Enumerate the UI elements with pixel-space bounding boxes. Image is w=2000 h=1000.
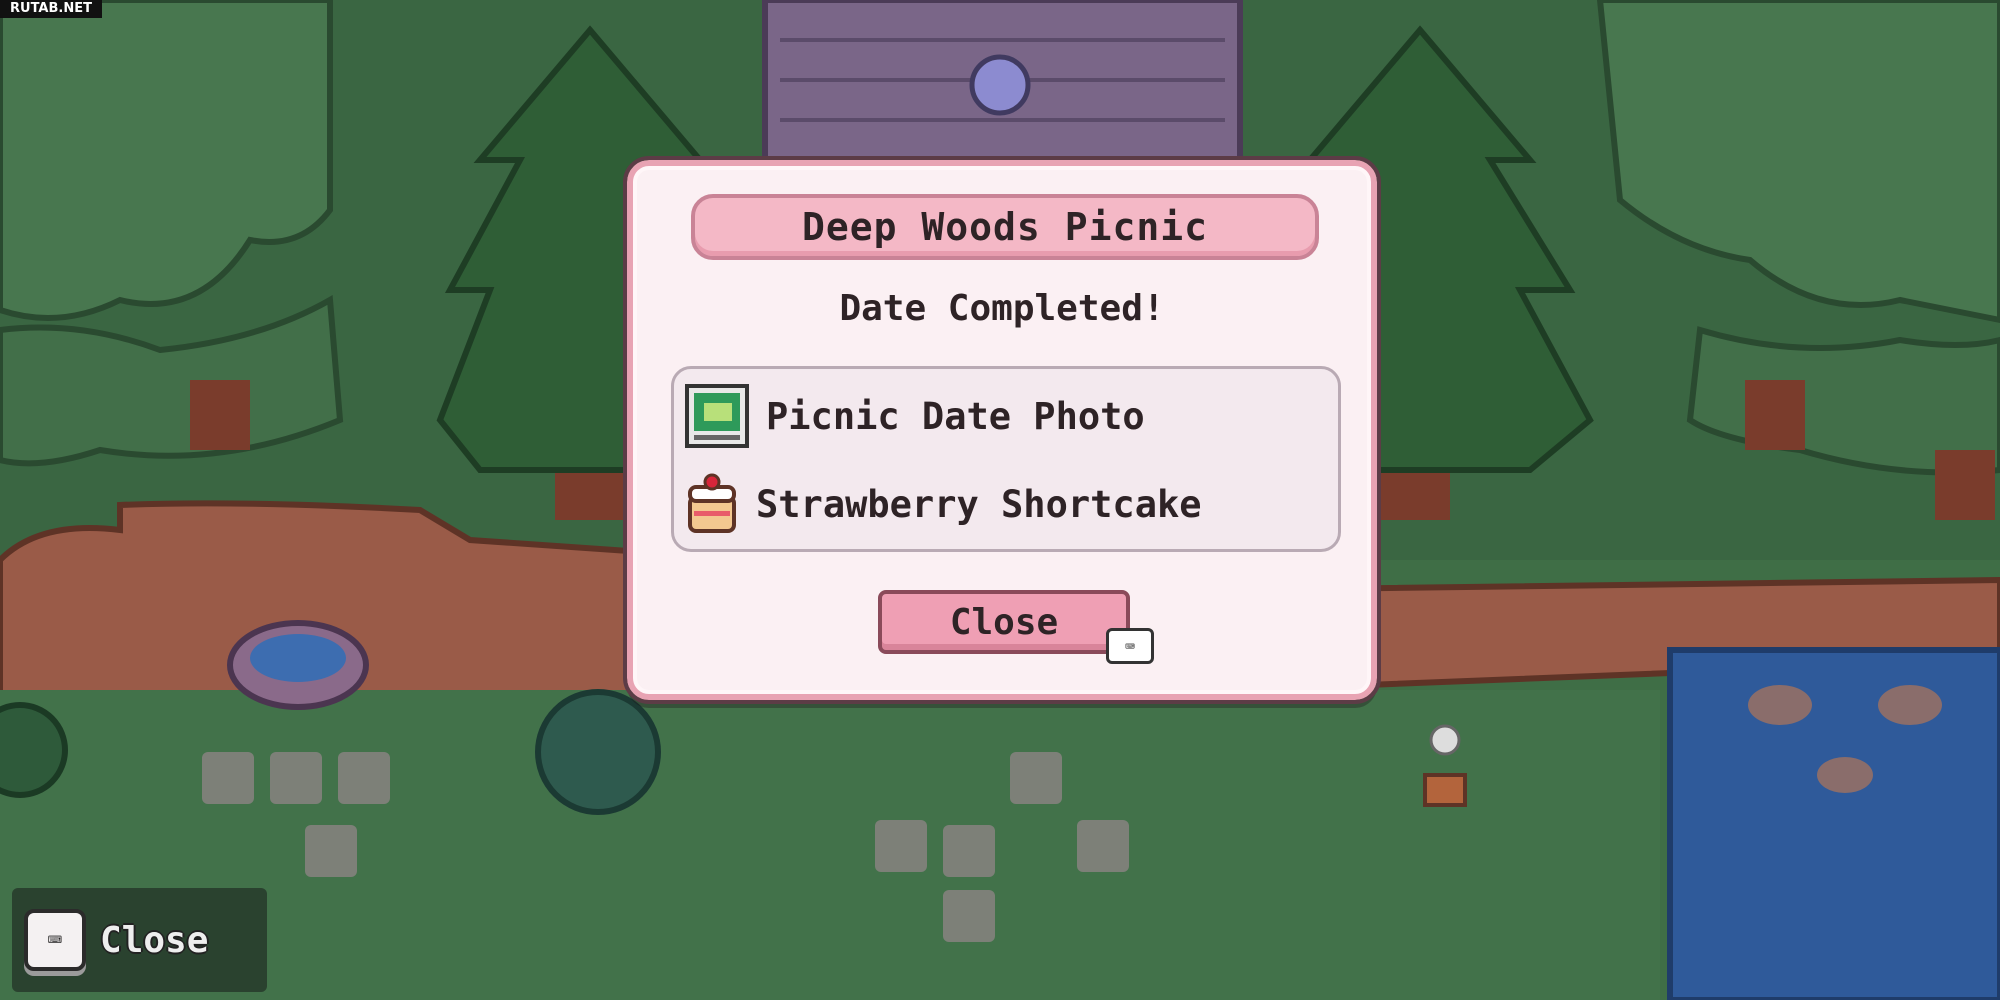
stepping-stone	[875, 820, 927, 872]
tree-trunk	[1745, 380, 1805, 450]
flower-pot	[1423, 773, 1467, 807]
watermark: RUTAB.NET	[0, 0, 102, 18]
tree-trunk	[1935, 450, 1995, 520]
close-prompt[interactable]: ⌨ Close	[12, 888, 267, 992]
stepping-stone	[943, 890, 995, 942]
stepping-stone	[1010, 752, 1062, 804]
stepping-stone	[943, 825, 995, 877]
keyboard-key-icon: ⌨	[1106, 628, 1154, 664]
round-bush	[535, 689, 661, 815]
stepping-stone	[305, 825, 357, 877]
stepping-stone	[202, 752, 254, 804]
well-water	[250, 634, 346, 682]
reward-item: Picnic Date Photo	[684, 381, 1145, 451]
rock-in-water	[1748, 685, 1812, 725]
npc-character	[969, 54, 1031, 116]
reward-label: Strawberry Shortcake	[756, 482, 1202, 526]
rewards-list: Picnic Date Photo Strawberry Shortcake	[671, 366, 1341, 552]
reward-label: Picnic Date Photo	[766, 394, 1145, 438]
date-complete-dialog: Deep Woods Picnic Date Completed! Picnic…	[623, 156, 1381, 704]
water-pond	[1667, 647, 2000, 1000]
stepping-stone	[338, 752, 390, 804]
rock-in-water	[1817, 757, 1873, 793]
flower	[1429, 724, 1461, 756]
tree-trunk	[190, 380, 250, 450]
round-bush	[0, 702, 68, 798]
photo-icon	[685, 384, 749, 448]
rock-in-water	[1878, 685, 1942, 725]
keyboard-key-icon: ⌨	[24, 909, 86, 971]
reward-item: Strawberry Shortcake	[684, 469, 1202, 539]
prompt-label: Close	[100, 919, 209, 961]
stepping-stone	[1077, 820, 1129, 872]
shortcake-icon	[688, 473, 736, 533]
stepping-stone	[270, 752, 322, 804]
dialog-title: Deep Woods Picnic	[691, 194, 1319, 260]
status-text: Date Completed!	[839, 288, 1165, 329]
close-button[interactable]: Close	[878, 590, 1130, 654]
